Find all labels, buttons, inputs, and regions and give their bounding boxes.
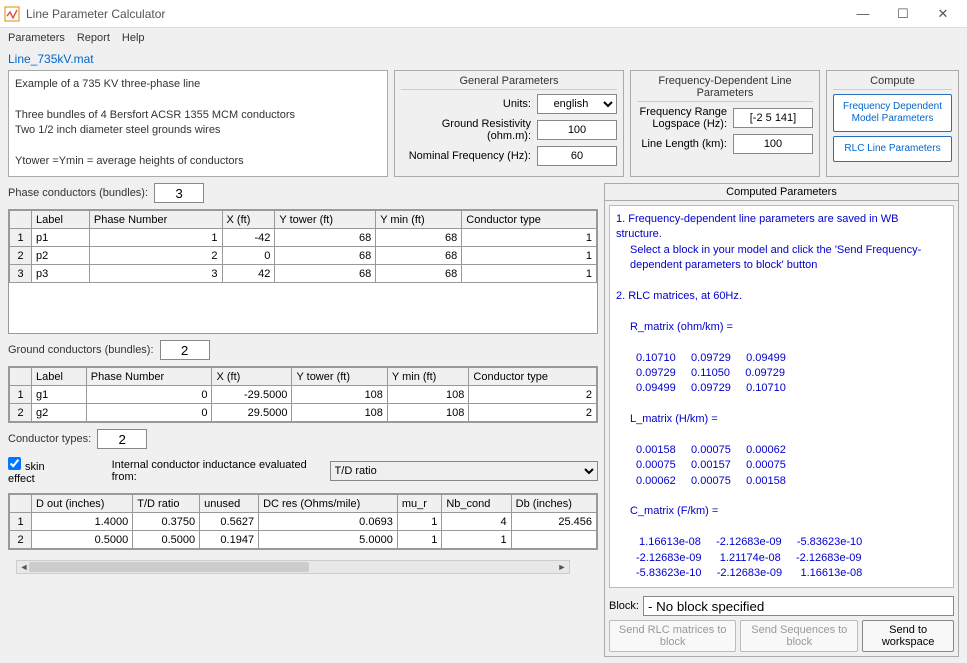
- maximize-button[interactable]: ☐: [883, 0, 923, 28]
- table-row: 2g2029.50001081082: [10, 404, 597, 422]
- line-length-label: Line Length (km):: [637, 138, 727, 150]
- menu-report[interactable]: Report: [77, 32, 110, 44]
- skin-effect-checkbox-label[interactable]: skin effect: [8, 457, 72, 485]
- table-row: 11.40000.37500.56270.06931425.456: [10, 513, 597, 531]
- menubar: Parameters Report Help: [0, 28, 967, 48]
- block-label: Block:: [609, 600, 639, 612]
- send-rlc-button: Send RLC matrices to block: [609, 620, 736, 652]
- conductor-types-label: Conductor types:: [8, 433, 91, 445]
- skin-effect-checkbox[interactable]: [8, 457, 21, 470]
- table-row: 20.50000.50000.19475.000011: [10, 531, 597, 549]
- scroll-thumb[interactable]: [29, 562, 309, 572]
- window-title: Line Parameter Calculator: [26, 7, 843, 21]
- group-title: General Parameters: [401, 75, 617, 90]
- computed-title: Computed Parameters: [605, 184, 958, 201]
- close-button[interactable]: ✕: [923, 0, 963, 28]
- line-length-input[interactable]: [733, 134, 813, 154]
- file-link[interactable]: Line_735kV.mat: [0, 48, 967, 70]
- ground-conductors-label: Ground conductors (bundles):: [8, 344, 154, 356]
- ground-conductors-table[interactable]: LabelPhase NumberX (ft)Y tower (ft)Y min…: [9, 367, 597, 422]
- scroll-right-icon[interactable]: ►: [555, 561, 569, 573]
- table-row: 1g10-29.50001081082: [10, 386, 597, 404]
- conductor-types-count-input[interactable]: [97, 429, 147, 449]
- app-icon: [4, 6, 20, 22]
- resistivity-label: Ground Resistivity (ohm.m):: [401, 118, 531, 142]
- table-row: 3p334268681: [10, 265, 597, 283]
- send-workspace-button[interactable]: Send to workspace: [862, 620, 954, 652]
- desc-line: Three bundles of 4 Bersfort ACSR 1355 MC…: [15, 108, 381, 123]
- minimize-button[interactable]: —: [843, 0, 883, 28]
- horizontal-scrollbar[interactable]: ◄ ►: [16, 560, 570, 574]
- block-input[interactable]: [643, 596, 954, 616]
- phase-count-input[interactable]: [154, 183, 204, 203]
- table-row: 2p22068681: [10, 247, 597, 265]
- group-title: Compute: [833, 75, 952, 90]
- menu-parameters[interactable]: Parameters: [8, 32, 65, 44]
- desc-line: Two 1/2 inch diameter steel grounds wire…: [15, 123, 381, 138]
- desc-line: Ytower =Ymin = average heights of conduc…: [15, 154, 381, 169]
- phase-conductors-table[interactable]: LabelPhase NumberX (ft)Y tower (ft)Y min…: [9, 210, 597, 283]
- compute-group: Compute Frequency Dependent Model Parame…: [826, 70, 959, 177]
- freq-range-input[interactable]: [733, 108, 813, 128]
- rlc-line-params-button[interactable]: RLC Line Parameters: [833, 136, 952, 162]
- general-parameters-group: General Parameters Units: english Ground…: [394, 70, 624, 177]
- conductor-types-table[interactable]: D out (inches)T/D ratiounusedDC res (Ohm…: [9, 494, 597, 549]
- nominal-freq-label: Nominal Frequency (Hz):: [401, 150, 531, 162]
- inductance-eval-label: Internal conductor inductance evaluated …: [112, 459, 326, 483]
- freq-range-label: Frequency Range Logspace (Hz):: [637, 106, 727, 130]
- frequency-dependent-group: Frequency-Dependent Line Parameters Freq…: [630, 70, 820, 177]
- group-title: Frequency-Dependent Line Parameters: [637, 75, 813, 102]
- menu-help[interactable]: Help: [122, 32, 145, 44]
- ground-count-input[interactable]: [160, 340, 210, 360]
- nominal-freq-input[interactable]: [537, 146, 617, 166]
- units-label: Units:: [401, 98, 531, 110]
- computed-output[interactable]: 1. Frequency-dependent line parameters a…: [609, 205, 954, 588]
- freq-dependent-model-button[interactable]: Frequency Dependent Model Parameters: [833, 94, 952, 132]
- table-row: 1p11-4268681: [10, 229, 597, 247]
- phase-conductors-label: Phase conductors (bundles):: [8, 187, 148, 199]
- computed-parameters-panel: Computed Parameters 1. Frequency-depende…: [604, 183, 959, 657]
- titlebar: Line Parameter Calculator — ☐ ✕: [0, 0, 967, 28]
- units-select[interactable]: english: [537, 94, 617, 114]
- description-box[interactable]: Example of a 735 KV three-phase line Thr…: [8, 70, 388, 177]
- resistivity-input[interactable]: [537, 120, 617, 140]
- send-sequences-button: Send Sequences to block: [740, 620, 858, 652]
- inductance-eval-select[interactable]: T/D ratio: [330, 461, 598, 481]
- desc-line: Example of a 735 KV three-phase line: [15, 77, 381, 92]
